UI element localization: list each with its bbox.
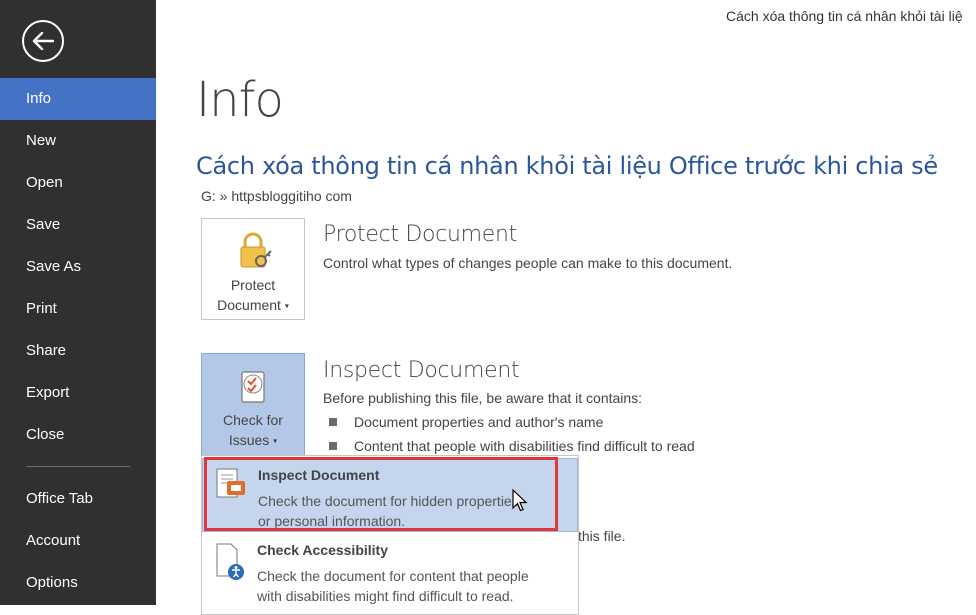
inspect-document-title: Inspect Document (323, 358, 520, 383)
nav-export[interactable]: Export (0, 372, 156, 414)
page-title: Info (196, 72, 284, 128)
nav-office-tab[interactable]: Office Tab (0, 478, 156, 520)
inspect-document-description: Before publishing this file, be aware th… (323, 390, 643, 406)
menu-item-desc-line: or personal information. (258, 513, 406, 529)
nav-account[interactable]: Account (0, 520, 156, 562)
lock-icon (240, 232, 272, 268)
bullet-text: Content that people with disabilities fi… (354, 438, 695, 454)
inspect-bullet: Content that people with disabilities fi… (329, 438, 695, 454)
menu-item-title: Inspect Document (258, 467, 380, 483)
protect-document-description: Control what types of changes people can… (323, 255, 733, 271)
nav-options[interactable]: Options (0, 562, 156, 604)
nav-print[interactable]: Print (0, 288, 156, 330)
menu-item-check-accessibility[interactable]: Check Accessibility Check the document f… (202, 534, 578, 606)
menu-item-desc-line: Check the document for content that peop… (257, 568, 529, 584)
nav-save[interactable]: Save (0, 204, 156, 246)
protect-button-label-1: Protect (230, 277, 276, 293)
menu-item-description: Check the document for content that peop… (257, 566, 567, 606)
check-button-label-text: Issues (228, 432, 270, 448)
partial-description: this file. (578, 528, 626, 544)
protect-button-label-text: Document (217, 297, 281, 313)
backstage-sidebar: Info New Open Save Save As Print Share E… (0, 0, 156, 605)
nav-share[interactable]: Share (0, 330, 156, 372)
document-path[interactable]: G: » httpsbloggitiho com (201, 188, 352, 204)
check-for-issues-button[interactable]: Check for Issues ▾ (201, 353, 305, 457)
back-button[interactable] (22, 20, 64, 62)
caret-down-icon: ▾ (273, 436, 278, 446)
check-button-label-2: Issues ▾ (202, 430, 304, 451)
nav-info[interactable]: Info (0, 78, 156, 120)
accessibility-icon (216, 543, 244, 580)
inspect-bullet: Document properties and author's name (329, 414, 603, 430)
bullet-square-icon (329, 442, 337, 450)
nav-close[interactable]: Close (0, 414, 156, 456)
bullet-square-icon (329, 418, 337, 426)
mouse-cursor-icon (512, 489, 528, 512)
check-button-label-1: Check for (223, 412, 283, 428)
checklist-icon (241, 371, 265, 403)
caret-down-icon: ▾ (284, 301, 289, 311)
check-for-issues-menu: Inspect Document Check the document for … (201, 455, 579, 615)
menu-item-desc-line: with disabilities might find difficult t… (257, 588, 514, 604)
protect-document-title: Protect Document (323, 222, 517, 247)
nav-new[interactable]: New (0, 120, 156, 162)
document-name: Cách xóa thông tin cá nhân khỏi tài liệu… (196, 152, 938, 180)
protect-document-button[interactable]: Protect Document ▾ (201, 218, 305, 320)
inspect-document-icon (216, 468, 245, 498)
nav-divider (26, 466, 130, 467)
window-title: Cách xóa thông tin cá nhân khỏi tài liệ (726, 8, 963, 24)
protect-button-label-2: Document ▾ (202, 295, 304, 316)
menu-item-title: Check Accessibility (257, 542, 388, 558)
bullet-text: Document properties and author's name (354, 414, 604, 430)
nav-open[interactable]: Open (0, 162, 156, 204)
arrow-left-icon (32, 32, 54, 50)
nav-save-as[interactable]: Save As (0, 246, 156, 288)
